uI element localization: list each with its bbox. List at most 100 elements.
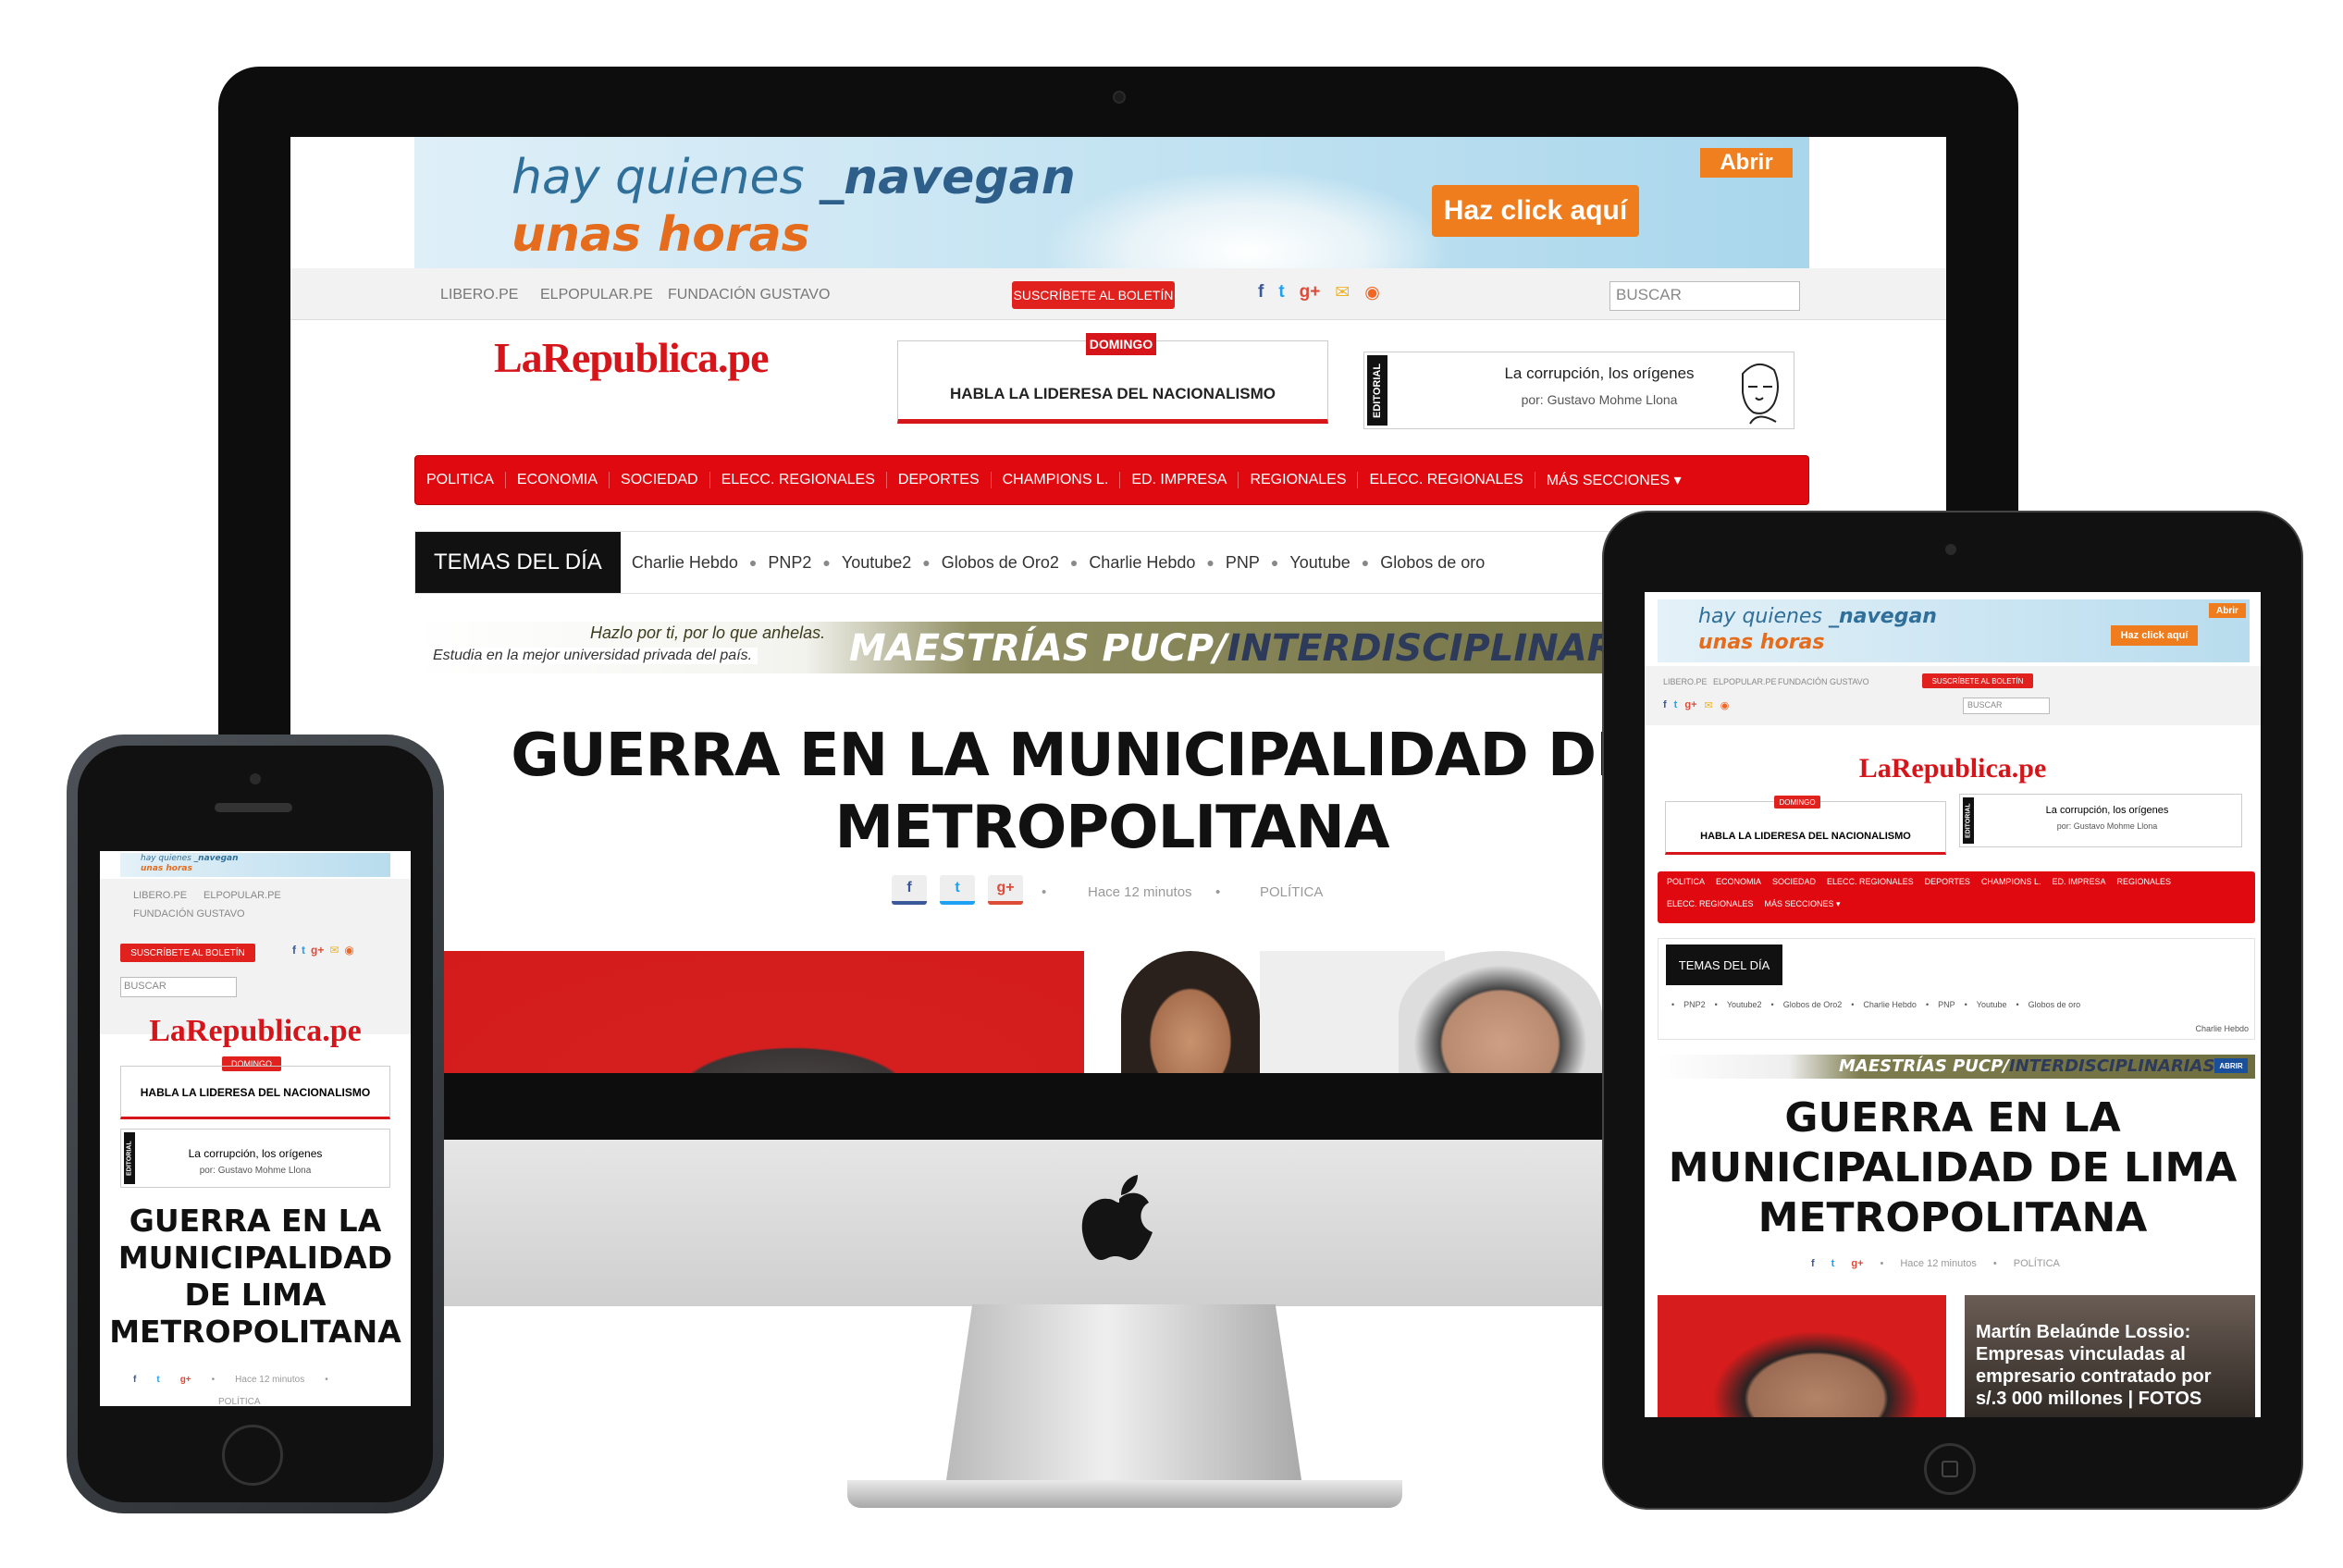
article-headline[interactable]: GUERRA EN LA MUNICIPALIDAD DE LI METROPO… <box>414 720 1809 864</box>
tablet-side-story-title[interactable]: Martín Belaúnde Lossio: Empresas vincula… <box>1976 1321 2244 1410</box>
nav-elecc-regionales[interactable]: ELECC. REGIONALES <box>710 472 887 488</box>
tablet-nav-item[interactable]: CHAMPIONS L. <box>1976 877 2047 886</box>
tablet-top-link[interactable]: ELPOPULAR.PE <box>1713 677 1777 686</box>
article-section[interactable]: POLÍTICA <box>1260 884 1323 900</box>
tablet-pucp-banner[interactable]: MAESTRÍAS PUCP/INTERDISCIPLINARIAS ABRIR <box>1658 1055 2255 1079</box>
nav-regionales[interactable]: REGIONALES <box>1239 472 1359 488</box>
iphone-home-button[interactable] <box>222 1425 283 1486</box>
nav-sociedad[interactable]: SOCIEDAD <box>610 472 710 488</box>
google-plus-icon[interactable]: g+ <box>1684 699 1696 711</box>
phone-top-link[interactable]: ELPOPULAR.PE <box>203 890 281 901</box>
tablet-tema-item[interactable]: Youtube2 <box>1727 1000 1762 1009</box>
tablet-nav-item[interactable]: ECONOMIA <box>1710 877 1767 886</box>
google-plus-icon[interactable]: g+ <box>1300 282 1321 302</box>
tablet-headline[interactable]: GUERRA EN LA MUNICIPALIDAD DE LIMA METRO… <box>1645 1093 2261 1243</box>
nav-deportes[interactable]: DEPORTES <box>887 472 992 488</box>
phone-featured-title[interactable]: HABLA LA LIDERESA DEL NACIONALISMO <box>120 1086 390 1099</box>
top-link-libero[interactable]: LIBERO.PE <box>440 287 518 303</box>
ad-open-button[interactable]: Abrir <box>1700 148 1793 178</box>
tablet-meta-section[interactable]: POLÍTICA <box>2014 1258 2060 1269</box>
facebook-icon[interactable]: f <box>1811 1258 1815 1269</box>
tablet-featured-title[interactable]: HABLA LA LIDERESA DEL NACIONALISMO <box>1665 831 1946 842</box>
mail-icon[interactable]: ✉ <box>1335 282 1350 303</box>
twitter-icon[interactable]: t <box>1831 1258 1835 1269</box>
phone-meta-section[interactable]: POLÍTICA <box>218 1397 261 1406</box>
featured-title[interactable]: HABLA LA LIDERESA DEL NACIONALISMO <box>897 385 1328 403</box>
tema-item[interactable]: PNP2 <box>757 553 822 573</box>
tablet-tema-item[interactable]: Charlie Hebdo <box>2195 1024 2249 1033</box>
tablet-nav-item[interactable]: ELECC. REGIONALES <box>1661 899 1759 909</box>
tablet-nav-item[interactable]: ELECC. REGIONALES <box>1821 877 1919 886</box>
site-logo[interactable]: LaRepublica.pe <box>494 333 770 382</box>
tablet-editorial[interactable] <box>1959 794 2242 847</box>
tablet-logo[interactable]: LaRepublica.pe <box>1645 753 2261 784</box>
tablet-tema-item[interactable]: Charlie Hebdo <box>1863 1000 1917 1009</box>
tema-item[interactable]: Youtube2 <box>831 553 922 573</box>
rss-icon[interactable]: ◉ <box>1364 282 1380 303</box>
nav-economia[interactable]: ECONOMIA <box>506 472 610 488</box>
tema-item[interactable]: PNP <box>1215 553 1271 573</box>
top-ad-banner[interactable]: hay quienes _navegan unas horas Abrir Ha… <box>414 137 1809 268</box>
tablet-ad-cta[interactable]: Haz click aquí <box>2111 625 2198 646</box>
tablet-nav-item[interactable]: DEPORTES <box>1919 877 1976 886</box>
tema-item[interactable]: Globos de oro <box>1369 553 1496 573</box>
facebook-icon[interactable]: f <box>292 944 296 957</box>
tablet-search-input[interactable]: BUSCAR <box>1963 698 2050 714</box>
phone-search-input[interactable]: BUSCAR <box>120 977 237 997</box>
top-link-elpopular[interactable]: ELPOPULAR.PE <box>540 287 653 303</box>
pucp-banner[interactable]: Hazlo por ti, por lo que anhelas. Estudi… <box>414 622 1809 673</box>
subscribe-button[interactable]: SUSCRÍBETE AL BOLETÍN <box>1012 281 1175 309</box>
google-plus-icon[interactable]: g+ <box>180 1375 191 1385</box>
phone-logo[interactable]: LaRepublica.pe <box>100 1014 411 1049</box>
tablet-top-link[interactable]: FUNDACIÓN GUSTAVO <box>1778 677 1869 686</box>
top-link-fundacion[interactable]: FUNDACIÓN GUSTAVO <box>668 287 830 303</box>
tablet-nav-item[interactable]: MÁS SECCIONES ▾ <box>1759 899 1846 909</box>
ad-cta-button[interactable]: Haz click aquí <box>1432 185 1639 237</box>
tablet-tema-item[interactable]: PNP <box>1938 1000 1955 1009</box>
phone-top-link[interactable]: LIBERO.PE <box>133 890 187 901</box>
tablet-top-link[interactable]: LIBERO.PE <box>1663 677 1708 686</box>
tablet-editorial-title[interactable]: La corrupción, los orígenes <box>2015 805 2200 816</box>
rss-icon[interactable]: ◉ <box>1720 699 1730 711</box>
mail-icon[interactable]: ✉ <box>329 944 339 957</box>
tablet-nav-item[interactable]: ED. IMPRESA <box>2046 877 2111 886</box>
tablet-ad-open[interactable]: Abrir <box>2209 603 2246 618</box>
phone-editorial-title[interactable]: La corrupción, los orígenes <box>165 1147 346 1160</box>
search-input[interactable]: BUSCAR <box>1609 281 1800 311</box>
tablet-nav-item[interactable]: SOCIEDAD <box>1767 877 1821 886</box>
tablet-ad[interactable]: hay quienes _navegan unas horas Haz clic… <box>1658 599 2250 662</box>
phone-ad[interactable]: hay quienes _navegan unas horas <box>120 853 390 877</box>
facebook-icon[interactable]: f <box>1663 699 1667 711</box>
tablet-tema-item[interactable]: Globos de Oro2 <box>1783 1000 1843 1009</box>
editorial-title[interactable]: La corrupción, los orígenes <box>1474 364 1724 383</box>
google-plus-icon[interactable]: g+ <box>1851 1258 1863 1269</box>
phone-top-link[interactable]: FUNDACIÓN GUSTAVO <box>133 908 245 920</box>
tablet-tema-item[interactable]: Globos de oro <box>2029 1000 2081 1009</box>
tablet-banner-open[interactable]: ABRIR <box>2214 1058 2248 1073</box>
twitter-icon[interactable]: t <box>302 944 305 957</box>
nav-politica[interactable]: POLITICA <box>415 472 506 488</box>
nav-ed-impresa[interactable]: ED. IMPRESA <box>1120 472 1239 488</box>
tema-item[interactable]: Charlie Hebdo <box>621 553 749 573</box>
rss-icon[interactable]: ◉ <box>344 944 353 957</box>
nav-champions[interactable]: CHAMPIONS L. <box>992 472 1121 488</box>
tema-item[interactable]: Charlie Hebdo <box>1078 553 1206 573</box>
twitter-icon[interactable]: t <box>1674 699 1678 711</box>
tablet-nav-item[interactable]: REGIONALES <box>2111 877 2177 886</box>
google-plus-icon[interactable]: g+ <box>311 944 324 957</box>
tablet-lead-photo[interactable] <box>1658 1295 1946 1417</box>
twitter-icon[interactable]: t <box>1278 282 1284 302</box>
phone-subscribe-button[interactable]: SUSCRÍBETE AL BOLETÍN <box>120 944 255 962</box>
phone-headline[interactable]: GUERRA EN LA MUNICIPALIDAD DE LIMA METRO… <box>100 1203 411 1351</box>
facebook-icon[interactable]: f <box>1258 282 1264 302</box>
ipad-home-button[interactable] <box>1924 1443 1976 1495</box>
mail-icon[interactable]: ✉ <box>1705 699 1713 711</box>
facebook-icon[interactable]: f <box>133 1375 136 1385</box>
lead-photo[interactable] <box>438 951 1084 1073</box>
share-facebook-button[interactable]: f <box>892 875 927 905</box>
tablet-side-story[interactable]: Martín Belaúnde Lossio: Empresas vincula… <box>1965 1295 2255 1417</box>
nav-elecc-regionales-2[interactable]: ELECC. REGIONALES <box>1358 472 1535 488</box>
share-google-button[interactable]: g+ <box>988 875 1023 905</box>
share-twitter-button[interactable]: t <box>940 875 975 905</box>
twitter-icon[interactable]: t <box>156 1375 159 1385</box>
